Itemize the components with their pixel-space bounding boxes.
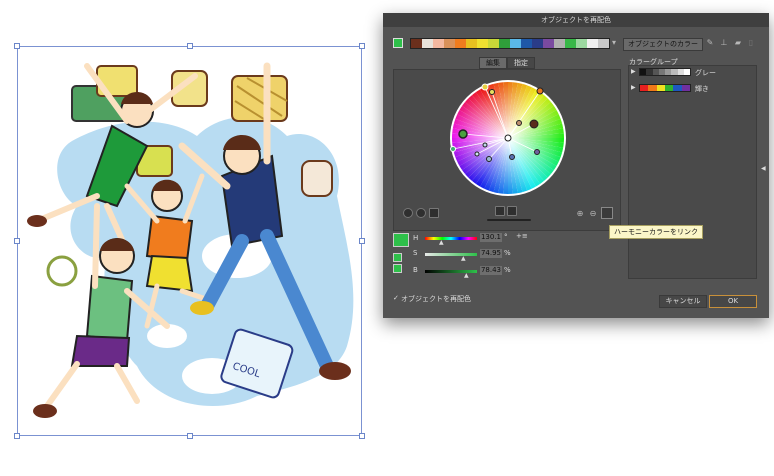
tab-edit[interactable]: 編集: [479, 57, 507, 69]
s-value-field[interactable]: 74.95: [480, 249, 502, 258]
group-expand-icon[interactable]: ▶: [631, 68, 636, 75]
strip-color-swatch[interactable]: [543, 39, 554, 48]
folder-icon[interactable]: ▰: [733, 38, 743, 48]
color-group-gray-name[interactable]: グレー: [695, 68, 716, 78]
h-unit: °: [504, 233, 508, 241]
strip-color-swatch[interactable]: [422, 39, 433, 48]
h-slider-track[interactable]: [425, 237, 477, 240]
tab-assign[interactable]: 指定: [507, 57, 535, 69]
trash-icon[interactable]: ▯: [746, 38, 756, 48]
segmented-wheel-icon[interactable]: [416, 208, 426, 218]
strip-color-swatch[interactable]: [521, 39, 532, 48]
h-label: H: [413, 234, 419, 242]
s-slider-track[interactable]: [425, 253, 477, 256]
artwork-canvas[interactable]: COOL: [14, 43, 365, 439]
cancel-button[interactable]: キャンセル: [659, 295, 707, 308]
web-safe-icon[interactable]: [393, 264, 402, 273]
smooth-wheel-icon[interactable]: [403, 208, 413, 218]
selection-handle[interactable]: [359, 238, 365, 244]
strip-color-swatch[interactable]: [433, 39, 444, 48]
new-color-group-icon[interactable]: ⊥: [719, 38, 729, 48]
color-wheel[interactable]: [449, 79, 567, 197]
b-value-field[interactable]: 78.43: [480, 266, 502, 275]
recolor-artwork-label: オブジェクトを再配色: [401, 295, 471, 303]
strip-dropdown-icon[interactable]: ▾: [611, 38, 617, 48]
color-groups-panel: [628, 65, 757, 279]
b-label: B: [413, 266, 418, 274]
group-expand-icon[interactable]: ▶: [631, 84, 636, 91]
selection-bounding-box: [17, 46, 362, 436]
link-harmony-colors-button[interactable]: [601, 207, 613, 219]
strip-color-swatch[interactable]: [466, 39, 477, 48]
collapse-panel-icon[interactable]: ◀: [761, 165, 766, 172]
saturation-icon[interactable]: [507, 206, 517, 216]
strip-color-swatch[interactable]: [598, 39, 609, 48]
remove-color-tool-icon[interactable]: ⊖: [588, 209, 598, 219]
b-unit: %: [504, 266, 511, 274]
current-color-swatch[interactable]: [393, 38, 403, 48]
active-color-swatch[interactable]: [393, 233, 409, 247]
group-color-swatch[interactable]: [640, 85, 649, 91]
color-group-brilliance-name[interactable]: 輝き: [695, 84, 709, 94]
link-harmony-tooltip: ハーモニーカラーをリンク: [609, 225, 703, 239]
brightness-sun-icon[interactable]: [495, 206, 505, 216]
h-value-field[interactable]: 130.1: [480, 233, 502, 242]
strip-color-swatch[interactable]: [587, 39, 598, 48]
group-color-swatch[interactable]: [656, 85, 665, 91]
strip-color-swatch[interactable]: [488, 39, 499, 48]
group-color-swatch[interactable]: [683, 69, 690, 75]
b-slider-thumb[interactable]: ▲: [464, 272, 469, 279]
eyedropper-icon[interactable]: ✎: [705, 38, 715, 48]
brightness-slider[interactable]: [487, 219, 531, 221]
selection-handle[interactable]: [359, 43, 365, 49]
s-unit: %: [504, 249, 511, 257]
color-bars-icon[interactable]: [429, 208, 439, 218]
strip-color-swatch[interactable]: [532, 39, 543, 48]
selection-handle[interactable]: [14, 433, 20, 439]
strip-color-swatch[interactable]: [455, 39, 466, 48]
recolor-artwork-dialog: オブジェクトを再配色 ▾ オブジェクトのカラー ✎ ⊥ ▰ ▯ 編集 指定 ⊕ …: [383, 13, 769, 318]
object-colors-field[interactable]: オブジェクトのカラー: [623, 38, 703, 51]
strip-color-swatch[interactable]: [565, 39, 576, 48]
strip-color-swatch[interactable]: [411, 39, 422, 48]
color-mode-menu-icon[interactable]: +≡: [516, 232, 528, 240]
h-slider-thumb[interactable]: ▲: [439, 239, 444, 246]
selection-handle[interactable]: [187, 433, 193, 439]
strip-color-swatch[interactable]: [477, 39, 488, 48]
strip-color-swatch[interactable]: [510, 39, 521, 48]
strip-color-swatch[interactable]: [576, 39, 587, 48]
strip-color-swatch[interactable]: [554, 39, 565, 48]
s-slider-thumb[interactable]: ▲: [461, 255, 466, 262]
group-color-swatch[interactable]: [681, 85, 690, 91]
recolor-artwork-checkbox[interactable]: ✓: [393, 294, 399, 302]
b-slider-track[interactable]: [425, 270, 477, 273]
strip-color-swatch[interactable]: [499, 39, 510, 48]
selection-handle[interactable]: [187, 43, 193, 49]
selection-handle[interactable]: [14, 43, 20, 49]
group-color-swatch[interactable]: [673, 85, 682, 91]
selection-handle[interactable]: [14, 238, 20, 244]
s-label: S: [413, 249, 418, 257]
strip-color-swatch[interactable]: [444, 39, 455, 48]
dialog-title: オブジェクトを再配色: [383, 13, 769, 27]
color-group-brilliance-swatches[interactable]: [639, 84, 691, 92]
group-color-swatch[interactable]: [664, 85, 674, 91]
add-color-tool-icon[interactable]: ⊕: [575, 209, 585, 219]
color-group-gray-swatches[interactable]: [639, 68, 691, 76]
group-color-swatch[interactable]: [648, 85, 657, 91]
out-of-gamut-icon[interactable]: [393, 253, 402, 262]
ok-button[interactable]: OK: [709, 295, 757, 308]
current-colors-strip[interactable]: [410, 38, 610, 49]
selection-handle[interactable]: [359, 433, 365, 439]
